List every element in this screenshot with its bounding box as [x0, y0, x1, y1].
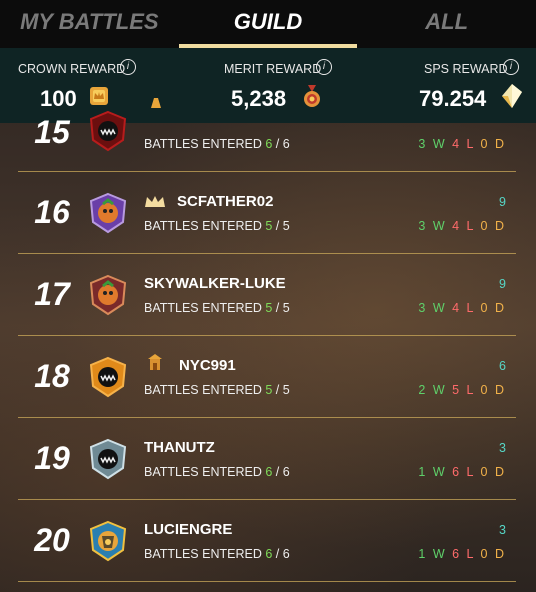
list-item[interactable]: 20 LUCIENGRE 3 BATTLES ENTERED 6 / 6 1 W…	[0, 501, 536, 582]
tab-my-battles[interactable]: MY BATTLES	[0, 0, 179, 48]
crown-info-icon[interactable]: i	[120, 59, 136, 75]
username[interactable]: LUCIENGRE	[144, 521, 232, 538]
list-item[interactable]: 15 BATTLES ENTERED 6 / 6 3 W 4 L 0 D	[0, 91, 536, 172]
battles-entered-count: 5	[265, 301, 273, 315]
rank-number: 18	[34, 358, 70, 394]
list-item[interactable]: 19 THANUTZ 3 BATTLES ENTERED 6 / 6 1 W 6…	[0, 419, 536, 500]
points: 3	[499, 441, 506, 455]
battles-entered-label: BATTLES ENTERED	[144, 137, 262, 151]
merit-info-icon[interactable]: i	[316, 59, 332, 75]
battles-entered: BATTLES ENTERED 5 / 5	[144, 219, 290, 233]
separator: /	[275, 383, 280, 397]
battles-entered-total: 6	[282, 547, 290, 561]
battles-entered-total: 6	[282, 137, 290, 151]
guild-avatar-icon	[89, 192, 127, 234]
separator: /	[275, 547, 280, 561]
battles-entered-total: 5	[282, 301, 290, 315]
crown-badge-icon	[145, 196, 165, 207]
battles-entered-label: BATTLES ENTERED	[144, 547, 262, 561]
battles-entered-label: BATTLES ENTERED	[144, 465, 262, 479]
sps-info-icon[interactable]: i	[503, 59, 519, 75]
points: 9	[499, 195, 506, 209]
battles-entered-total: 5	[282, 219, 290, 233]
battles-entered-count: 5	[265, 219, 273, 233]
row-divider	[18, 171, 516, 172]
win-loss-draw: 3 W 4 L 0 D	[418, 219, 506, 233]
row-divider	[18, 335, 516, 336]
leaderboard-tabs: MY BATTLES GUILD ALL	[0, 0, 536, 48]
guild-avatar-icon	[89, 110, 127, 152]
separator: /	[275, 137, 280, 151]
battles-entered: BATTLES ENTERED 6 / 6	[144, 137, 290, 151]
row-divider	[18, 417, 516, 418]
sps-reward-label: SPS REWARD	[424, 62, 508, 76]
rank-number: 19	[34, 440, 70, 476]
battles-entered-total: 6	[282, 465, 290, 479]
guild-avatar-icon	[89, 274, 127, 316]
trophy-badge-icon	[151, 98, 161, 108]
crown-reward-label: CROWN REWARD	[18, 62, 126, 76]
battles-entered-label: BATTLES ENTERED	[144, 301, 262, 315]
battles-entered: BATTLES ENTERED 6 / 6	[144, 465, 290, 479]
rank-number: 20	[34, 522, 70, 558]
battles-entered-count: 6	[265, 137, 273, 151]
battles-entered-count: 6	[265, 547, 273, 561]
merit-reward-label: MERIT REWARD	[224, 62, 322, 76]
separator: /	[275, 465, 280, 479]
list-item[interactable]: 17 SKYWALKER-LUKE 9 BATTLES ENTERED 5 / …	[0, 255, 536, 336]
guild-avatar-icon	[89, 520, 127, 562]
win-loss-draw: 1 W 6 L 0 D	[418, 547, 506, 561]
username[interactable]: THANUTZ	[144, 439, 215, 456]
tab-guild[interactable]: GUILD	[178, 0, 358, 48]
username[interactable]: SCFATHER02	[177, 193, 273, 210]
battles-entered-label: BATTLES ENTERED	[144, 219, 262, 233]
battles-entered-total: 5	[282, 383, 290, 397]
list-item[interactable]: 16 SCFATHER02 9 BATTLES ENTERED 5 / 5 3 …	[0, 173, 536, 254]
win-loss-draw: 3 W 4 L 0 D	[418, 301, 506, 315]
battles-entered-label: BATTLES ENTERED	[144, 383, 262, 397]
win-loss-draw: 2 W 5 L 0 D	[418, 383, 506, 397]
row-divider	[18, 499, 516, 500]
win-loss-draw: 1 W 6 L 0 D	[418, 465, 506, 479]
battles-entered: BATTLES ENTERED 6 / 6	[144, 547, 290, 561]
battles-entered-count: 5	[265, 383, 273, 397]
points: 3	[499, 523, 506, 537]
tab-all[interactable]: ALL	[357, 0, 536, 48]
guild-avatar-icon	[89, 356, 127, 398]
username[interactable]: SKYWALKER-LUKE	[144, 275, 286, 292]
row-divider	[18, 253, 516, 254]
rank-number: 17	[34, 276, 70, 312]
points: 9	[499, 277, 506, 291]
list-item[interactable]: 18 NYC991 6 BATTLES ENTERED 5 / 5 2 W 5 …	[0, 337, 536, 418]
row-divider	[18, 581, 516, 582]
points: 6	[499, 359, 506, 373]
separator: /	[275, 219, 280, 233]
rank-number: 15	[34, 114, 70, 150]
separator: /	[275, 301, 280, 315]
win-loss-draw: 3 W 4 L 0 D	[418, 137, 506, 151]
battles-entered: BATTLES ENTERED 5 / 5	[144, 301, 290, 315]
battles-entered-count: 6	[265, 465, 273, 479]
battles-entered: BATTLES ENTERED 5 / 5	[144, 383, 290, 397]
tower-badge-icon	[148, 354, 162, 370]
guild-avatar-icon	[89, 438, 127, 480]
username[interactable]: NYC991	[179, 357, 236, 374]
rank-number: 16	[34, 194, 70, 230]
